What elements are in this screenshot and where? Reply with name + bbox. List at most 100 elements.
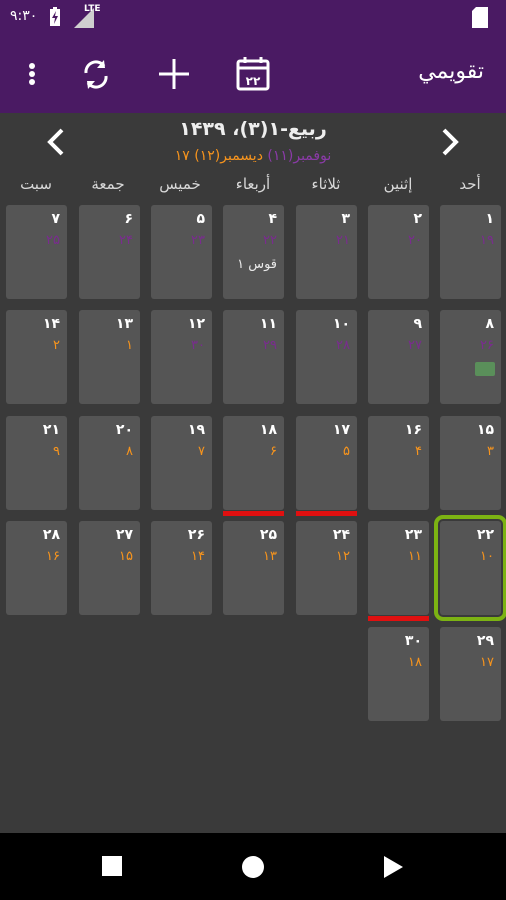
secondary-date: ۲۰ [408,233,422,248]
day-cell[interactable]: ۱۹ ۷ [151,416,212,510]
app-title: تقويمي [418,59,484,84]
secondary-date: ۱ [126,338,133,353]
lte-label: LTE [84,4,101,14]
day-cell[interactable]: ۱۴ ۲ [6,310,67,404]
status-bar: ٩:٣٠ LTE [0,0,506,35]
day-cell-today[interactable]: ۲۲ ۱۰ [434,515,506,621]
day-number: ۱۶ [404,422,422,438]
day-number: ۴ [268,211,277,227]
weekday-header: سبت جمعة خميس أربعاء ثلاثاء إثنين أحد [0,175,506,199]
secondary-date: ۶ [270,444,277,459]
secondary-date: ۲ [53,338,60,353]
weekday-label: سبت [20,175,52,193]
secondary-date: ۲۱ [336,233,350,248]
secondary-date: ۱۷ [480,655,494,670]
weekday-label: ثلاثاء [311,175,341,193]
secondary-date: ۱۰ [480,549,494,564]
day-cell[interactable]: ۱۸ ۶ [223,416,284,516]
secondary-date: ۱۱ [408,549,422,564]
secondary-date: ۵ [343,444,350,459]
day-cell[interactable]: ۲ ۲۰ [368,205,429,299]
day-number: ۲ [413,211,422,227]
day-cell[interactable]: ۲۸ ۱۶ [6,521,67,615]
day-cell[interactable]: ۳ ۲۱ [296,205,357,299]
month-subtitle: نوفمبر(۱۱) دیسمبر(۱۲) ۱۷ [0,148,506,164]
day-number: ۲۹ [476,633,494,649]
day-number: ۱۰ [332,316,350,332]
day-cell[interactable]: ۷ ۲۵ [6,205,67,299]
day-cell[interactable]: ۲۳ ۱۱ [368,521,429,621]
day-number: ۲۴ [332,527,350,543]
secondary-date: ۲۷ [408,338,422,353]
day-cell[interactable]: ۱۰ ۲۸ [296,310,357,404]
month-header: ربیع-۱(۳)، ۱۴۳۹ نوفمبر(۱۱) دیسمبر(۱۲) ۱۷ [0,113,506,173]
weekday-label: خميس [159,175,201,193]
secondary-date: ۴ [415,444,422,459]
day-cell[interactable]: ۱۶ ۴ [368,416,429,510]
status-time: ٩:٣٠ [10,8,38,24]
event-marker-bar [368,616,429,621]
calendar-today-icon[interactable]: ۲۲ [233,55,273,93]
day-number: ۲۰ [115,422,133,438]
chevron-right-icon[interactable] [436,127,464,157]
day-cell[interactable]: ۸ ۲۶ [440,310,501,404]
day-cell[interactable]: ۲۵ ۱۳ [223,521,284,615]
day-cell[interactable]: ۲۶ ۱۴ [151,521,212,615]
day-number: ۲۱ [42,422,60,438]
day-cell[interactable]: ۳۰ ۱۸ [368,627,429,721]
money-icon [475,362,495,376]
app-toolbar: ۲۲ تقويمي [0,35,506,113]
secondary-date: ۱۶ [46,549,60,564]
day-cell[interactable]: ۲۰ ۸ [79,416,140,510]
secondary-date: ۲۵ [46,233,60,248]
day-cell[interactable]: ۱۵ ۳ [440,416,501,510]
day-cell[interactable]: ۴ ۲۲ قوس ۱ [223,205,284,299]
day-number: ۷ [51,211,60,227]
day-cell[interactable]: ۶ ۲۴ [79,205,140,299]
secondary-date: ۳۰ [191,338,205,353]
secondary-date: ۱۳ [263,549,277,564]
event-marker-bar [296,511,357,516]
secondary-date: ۲۲ [263,233,277,248]
secondary-date: ۹ [53,444,60,459]
day-cell[interactable]: ۲۹ ۱۷ [440,627,501,721]
day-number: ۲۲ [476,527,494,543]
day-number: ۲۵ [259,527,277,543]
calendar-today-number: ۲۲ [246,74,261,88]
day-cell[interactable]: ۹ ۲۷ [368,310,429,404]
secondary-date: ۳ [487,444,494,459]
secondary-date: ۸ [126,444,133,459]
secondary-date: ۱۴ [191,549,205,564]
day-cell[interactable]: ۱۱ ۲۹ [223,310,284,404]
day-cell[interactable]: ۲۱ ۹ [6,416,67,510]
secondary-date: ۲۹ [263,338,277,353]
weekday-label: أحد [459,175,481,193]
recents-icon[interactable] [101,855,123,877]
weekday-label: إثنين [383,175,413,193]
day-cell[interactable]: ۱۷ ۵ [296,416,357,516]
secondary-date: ۲۴ [119,233,133,248]
secondary-date: ۱۲ [336,549,350,564]
day-number: ۱۵ [476,422,494,438]
day-cell[interactable]: ۱۲ ۳۰ [151,310,212,404]
system-nav-bar [0,833,506,900]
day-number: ۱ [485,211,494,227]
day-number: ۳۰ [404,633,422,649]
day-cell[interactable]: ۵ ۲۳ [151,205,212,299]
day-number: ۵ [196,211,205,227]
event-marker-bar [223,511,284,516]
day-number: ۶ [124,211,133,227]
day-cell[interactable]: ۱۳ ۱ [79,310,140,404]
day-cell[interactable]: ۱ ۱۹ [440,205,501,299]
home-icon[interactable] [241,855,265,879]
overflow-menu-icon[interactable] [14,55,54,93]
day-number: ۱۷ [332,422,350,438]
sync-icon[interactable] [76,55,116,93]
day-cell[interactable]: ۲۴ ۱۲ [296,521,357,615]
add-icon[interactable] [154,55,194,93]
weekday-label: جمعة [91,175,125,193]
back-icon[interactable] [382,855,404,879]
day-number: ۱۱ [259,316,277,332]
day-cell[interactable]: ۲۷ ۱۵ [79,521,140,615]
day-number: ۲۷ [115,527,133,543]
